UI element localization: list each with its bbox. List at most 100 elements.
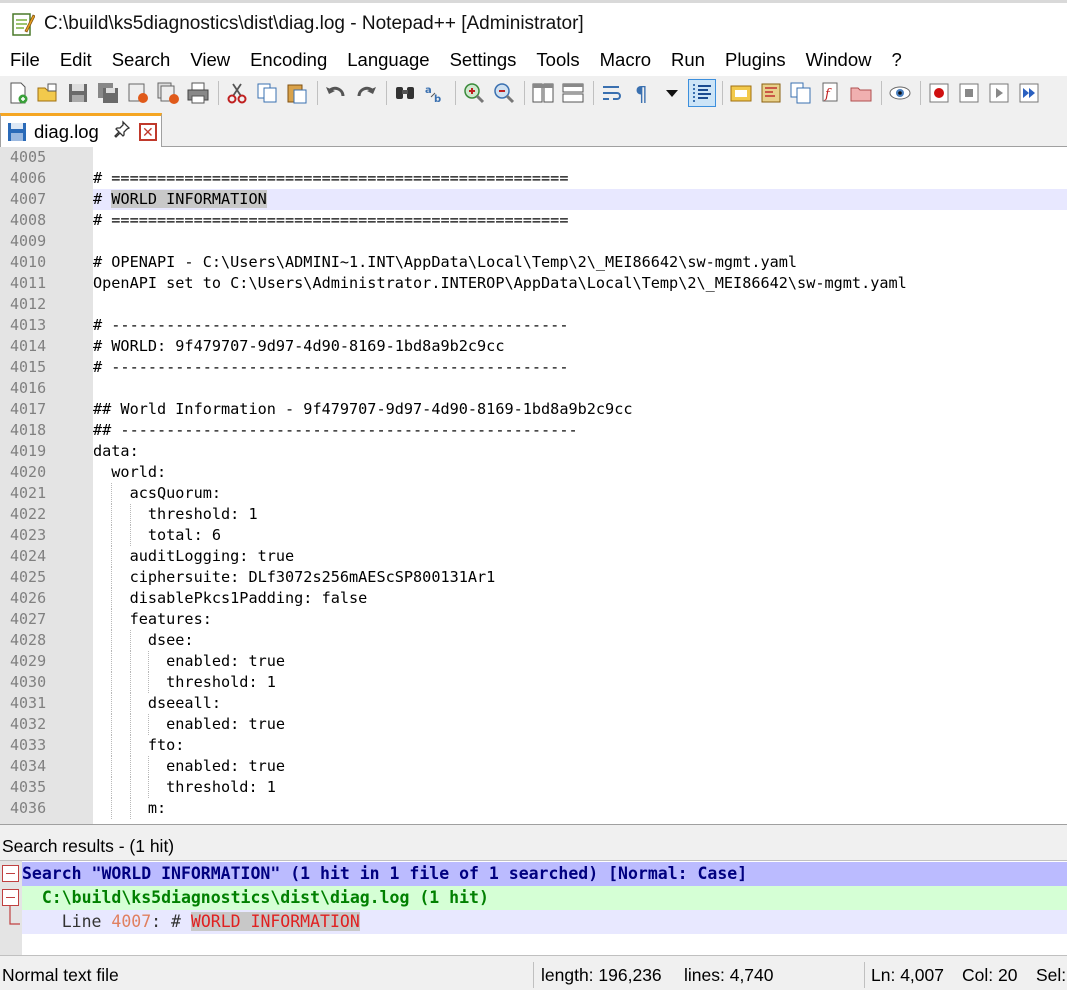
code-line[interactable]: # WORLD: 9f479707-9d97-4d90-8169-1bd8a9b… bbox=[93, 336, 1067, 357]
menu-tools[interactable]: Tools bbox=[526, 49, 589, 71]
sync-horizontal-icon[interactable] bbox=[559, 79, 587, 107]
document-list-icon[interactable] bbox=[787, 79, 815, 107]
code-line[interactable] bbox=[93, 294, 1067, 315]
toolbar-separator bbox=[455, 81, 456, 105]
code-line[interactable]: disablePkcs1Padding: false bbox=[93, 588, 1067, 609]
zoom-in-icon[interactable] bbox=[460, 79, 488, 107]
search-result-file[interactable]: C:\build\ks5diagnostics\dist\diag.log (1… bbox=[22, 886, 1067, 910]
collapse-file-icon[interactable] bbox=[2, 889, 19, 906]
zoom-out-icon[interactable] bbox=[490, 79, 518, 107]
code-line[interactable]: m: bbox=[93, 798, 1067, 819]
code-line[interactable]: # --------------------------------------… bbox=[93, 315, 1067, 336]
word-wrap-icon[interactable] bbox=[598, 79, 626, 107]
code-line[interactable]: ciphersuite: DLf3072s256mAEScSP800131Ar1 bbox=[93, 567, 1067, 588]
code-line[interactable]: ## -------------------------------------… bbox=[93, 420, 1067, 441]
panel-splitter[interactable] bbox=[0, 824, 1067, 832]
code-line[interactable]: dseeall: bbox=[93, 693, 1067, 714]
code-line[interactable]: threshold: 1 bbox=[93, 672, 1067, 693]
toolbar-separator bbox=[881, 81, 882, 105]
code-line[interactable]: total: 6 bbox=[93, 525, 1067, 546]
editor[interactable]: 4005 4006 4007 4008 4009 4010 4011 4012 4013 4014… bbox=[0, 147, 1067, 824]
tab-diag-log[interactable]: diag.log ✕ bbox=[0, 113, 162, 147]
code-line[interactable]: ## World Information - 9f479707-9d97-4d9… bbox=[93, 399, 1067, 420]
redo-icon[interactable] bbox=[352, 79, 380, 107]
document-map-icon[interactable] bbox=[757, 79, 785, 107]
status-line: Ln: 4,007 bbox=[871, 965, 944, 985]
menu-search[interactable]: Search bbox=[102, 49, 181, 71]
open-file-icon[interactable] bbox=[34, 79, 62, 107]
folder-as-workspace-icon[interactable] bbox=[847, 79, 875, 107]
pin-icon[interactable] bbox=[113, 120, 131, 143]
menu-window[interactable]: Window bbox=[796, 49, 882, 71]
menu-file[interactable]: File bbox=[0, 49, 50, 71]
user-defined-language-icon[interactable] bbox=[727, 79, 755, 107]
menu-bar: File Edit Search View Encoding Language … bbox=[0, 44, 1067, 76]
code-line[interactable]: # --------------------------------------… bbox=[93, 357, 1067, 378]
menu-edit[interactable]: Edit bbox=[50, 49, 102, 71]
run-macro-multiple-icon[interactable] bbox=[1015, 79, 1043, 107]
code-line[interactable]: threshold: 1 bbox=[93, 504, 1067, 525]
code-line[interactable]: OpenAPI set to C:\Users\Administrator.IN… bbox=[93, 273, 1067, 294]
stop-macro-icon[interactable] bbox=[955, 79, 983, 107]
line-number: 4017 bbox=[10, 400, 47, 418]
code-line[interactable]: enabled: true bbox=[93, 714, 1067, 735]
code-line[interactable]: data: bbox=[93, 441, 1067, 462]
line-number: 4026 bbox=[10, 589, 47, 607]
monitoring-icon[interactable] bbox=[886, 79, 914, 107]
code-line[interactable] bbox=[93, 231, 1067, 252]
indent-guide bbox=[147, 714, 149, 735]
code-line[interactable]: threshold: 1 bbox=[93, 777, 1067, 798]
print-icon[interactable] bbox=[184, 79, 212, 107]
code-line[interactable]: enabled: true bbox=[93, 651, 1067, 672]
status-length: length: 196,236 bbox=[541, 965, 662, 985]
function-list-icon[interactable]: f bbox=[817, 79, 845, 107]
cut-icon[interactable] bbox=[223, 79, 251, 107]
copy-icon[interactable] bbox=[253, 79, 281, 107]
code-line[interactable]: auditLogging: true bbox=[93, 546, 1067, 567]
current-code-line[interactable]: # WORLD INFORMATION bbox=[93, 189, 1067, 210]
search-results-panel[interactable]: Search "WORLD INFORMATION" (1 hit in 1 f… bbox=[0, 860, 1067, 956]
new-file-icon[interactable] bbox=[4, 79, 32, 107]
menu-language[interactable]: Language bbox=[337, 49, 439, 71]
replace-icon[interactable]: ab bbox=[421, 79, 449, 107]
paste-icon[interactable] bbox=[283, 79, 311, 107]
code-line[interactable]: # ======================================… bbox=[93, 210, 1067, 231]
play-macro-icon[interactable] bbox=[985, 79, 1013, 107]
menu-help[interactable]: ? bbox=[881, 49, 911, 71]
indent-guide bbox=[129, 735, 131, 756]
code-line[interactable]: features: bbox=[93, 609, 1067, 630]
chevron-down-icon[interactable] bbox=[658, 79, 686, 107]
collapse-search-icon[interactable] bbox=[2, 865, 19, 882]
indent-guide-icon[interactable] bbox=[688, 79, 716, 107]
search-result-hit[interactable]: Line 4007: # WORLD INFORMATION bbox=[22, 910, 1067, 934]
close-tab-icon[interactable]: ✕ bbox=[138, 122, 157, 141]
code-line[interactable]: fto: bbox=[93, 735, 1067, 756]
menu-run[interactable]: Run bbox=[661, 49, 715, 71]
code-line[interactable]: # OPENAPI - C:\Users\ADMINI~1.INT\AppDat… bbox=[93, 252, 1067, 273]
menu-settings[interactable]: Settings bbox=[440, 49, 527, 71]
save-all-icon[interactable] bbox=[94, 79, 122, 107]
undo-icon[interactable] bbox=[322, 79, 350, 107]
show-all-chars-icon[interactable]: ¶ bbox=[628, 79, 656, 107]
menu-view[interactable]: View bbox=[180, 49, 240, 71]
code-line[interactable]: acsQuorum: bbox=[93, 483, 1067, 504]
code-line[interactable]: enabled: true bbox=[93, 756, 1067, 777]
code-line[interactable]: dsee: bbox=[93, 630, 1067, 651]
record-macro-icon[interactable] bbox=[925, 79, 953, 107]
code-line[interactable] bbox=[93, 147, 1067, 168]
menu-plugins[interactable]: Plugins bbox=[715, 49, 796, 71]
code-line[interactable]: world: bbox=[93, 462, 1067, 483]
menu-encoding[interactable]: Encoding bbox=[240, 49, 337, 71]
close-icon[interactable] bbox=[124, 79, 152, 107]
code-line[interactable]: # ======================================… bbox=[93, 168, 1067, 189]
find-icon[interactable] bbox=[391, 79, 419, 107]
search-result-header[interactable]: Search "WORLD INFORMATION" (1 hit in 1 f… bbox=[22, 862, 1067, 886]
close-all-icon[interactable] bbox=[154, 79, 182, 107]
code-area[interactable]: # ======================================… bbox=[93, 147, 1067, 824]
save-icon[interactable] bbox=[64, 79, 92, 107]
sync-vertical-icon[interactable] bbox=[529, 79, 557, 107]
line-number: 4027 bbox=[10, 610, 47, 628]
menu-macro[interactable]: Macro bbox=[590, 49, 661, 71]
title-bar: C:\build\ks5diagnostics\dist\diag.log - … bbox=[0, 0, 1067, 44]
code-line[interactable] bbox=[93, 378, 1067, 399]
